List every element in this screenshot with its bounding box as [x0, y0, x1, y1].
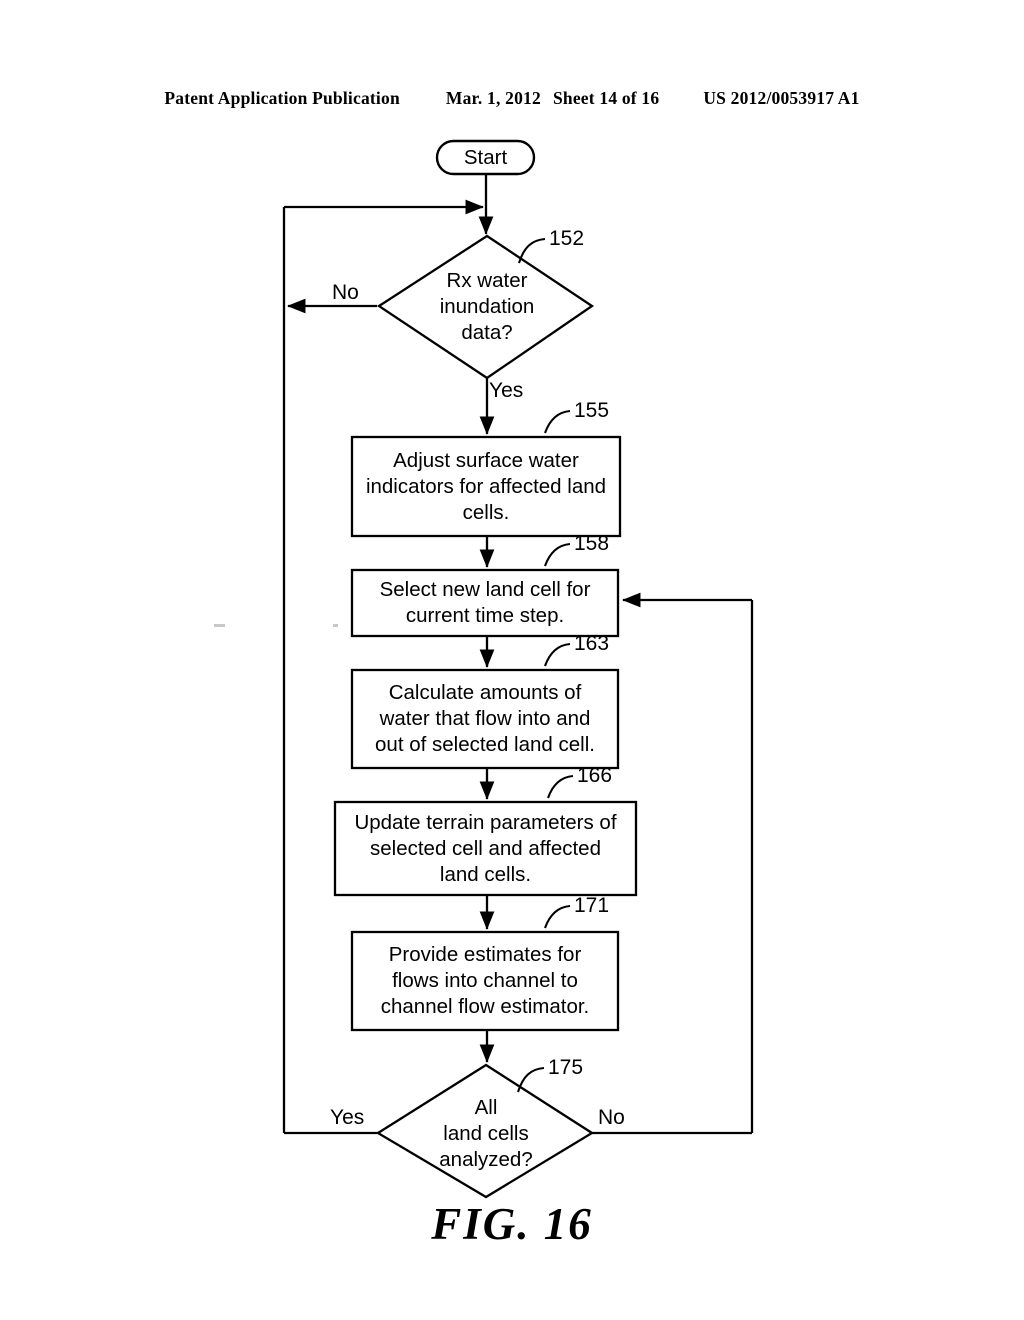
ref-number-166: 166	[577, 764, 613, 787]
step-163-shape	[350, 668, 620, 770]
step-155-shape	[350, 435, 622, 538]
flowchart-diagram	[282, 139, 754, 1199]
branch-label-152-yes: Yes	[489, 379, 524, 402]
scan-artifact	[214, 624, 225, 627]
step-166-shape	[333, 800, 638, 897]
ref-number-158: 158	[574, 532, 610, 555]
patent-page: Patent Application Publication Mar. 1, 20…	[0, 0, 1024, 1320]
ref-number-152: 152	[549, 227, 585, 250]
start-node-shape	[435, 139, 536, 176]
leader-171	[544, 904, 571, 929]
ref-number-155: 155	[574, 399, 610, 422]
ref-number-171: 171	[574, 894, 610, 917]
leader-155	[544, 409, 571, 434]
decision-175-shape	[375, 1063, 595, 1199]
ref-number-163: 163	[574, 632, 610, 655]
figure-caption: FIG. 16	[431, 1199, 593, 1249]
decision-152-shape	[376, 234, 595, 380]
leader-158	[544, 542, 571, 567]
step-171-shape	[350, 930, 620, 1032]
branch-label-175-yes: Yes	[330, 1106, 365, 1129]
leader-163	[544, 642, 571, 667]
leader-166	[547, 774, 574, 799]
scan-artifact	[333, 624, 338, 627]
branch-label-175-no: No	[598, 1106, 625, 1129]
ref-number-175: 175	[548, 1056, 584, 1079]
step-158-shape	[350, 568, 620, 638]
branch-label-152-no: No	[332, 281, 359, 304]
